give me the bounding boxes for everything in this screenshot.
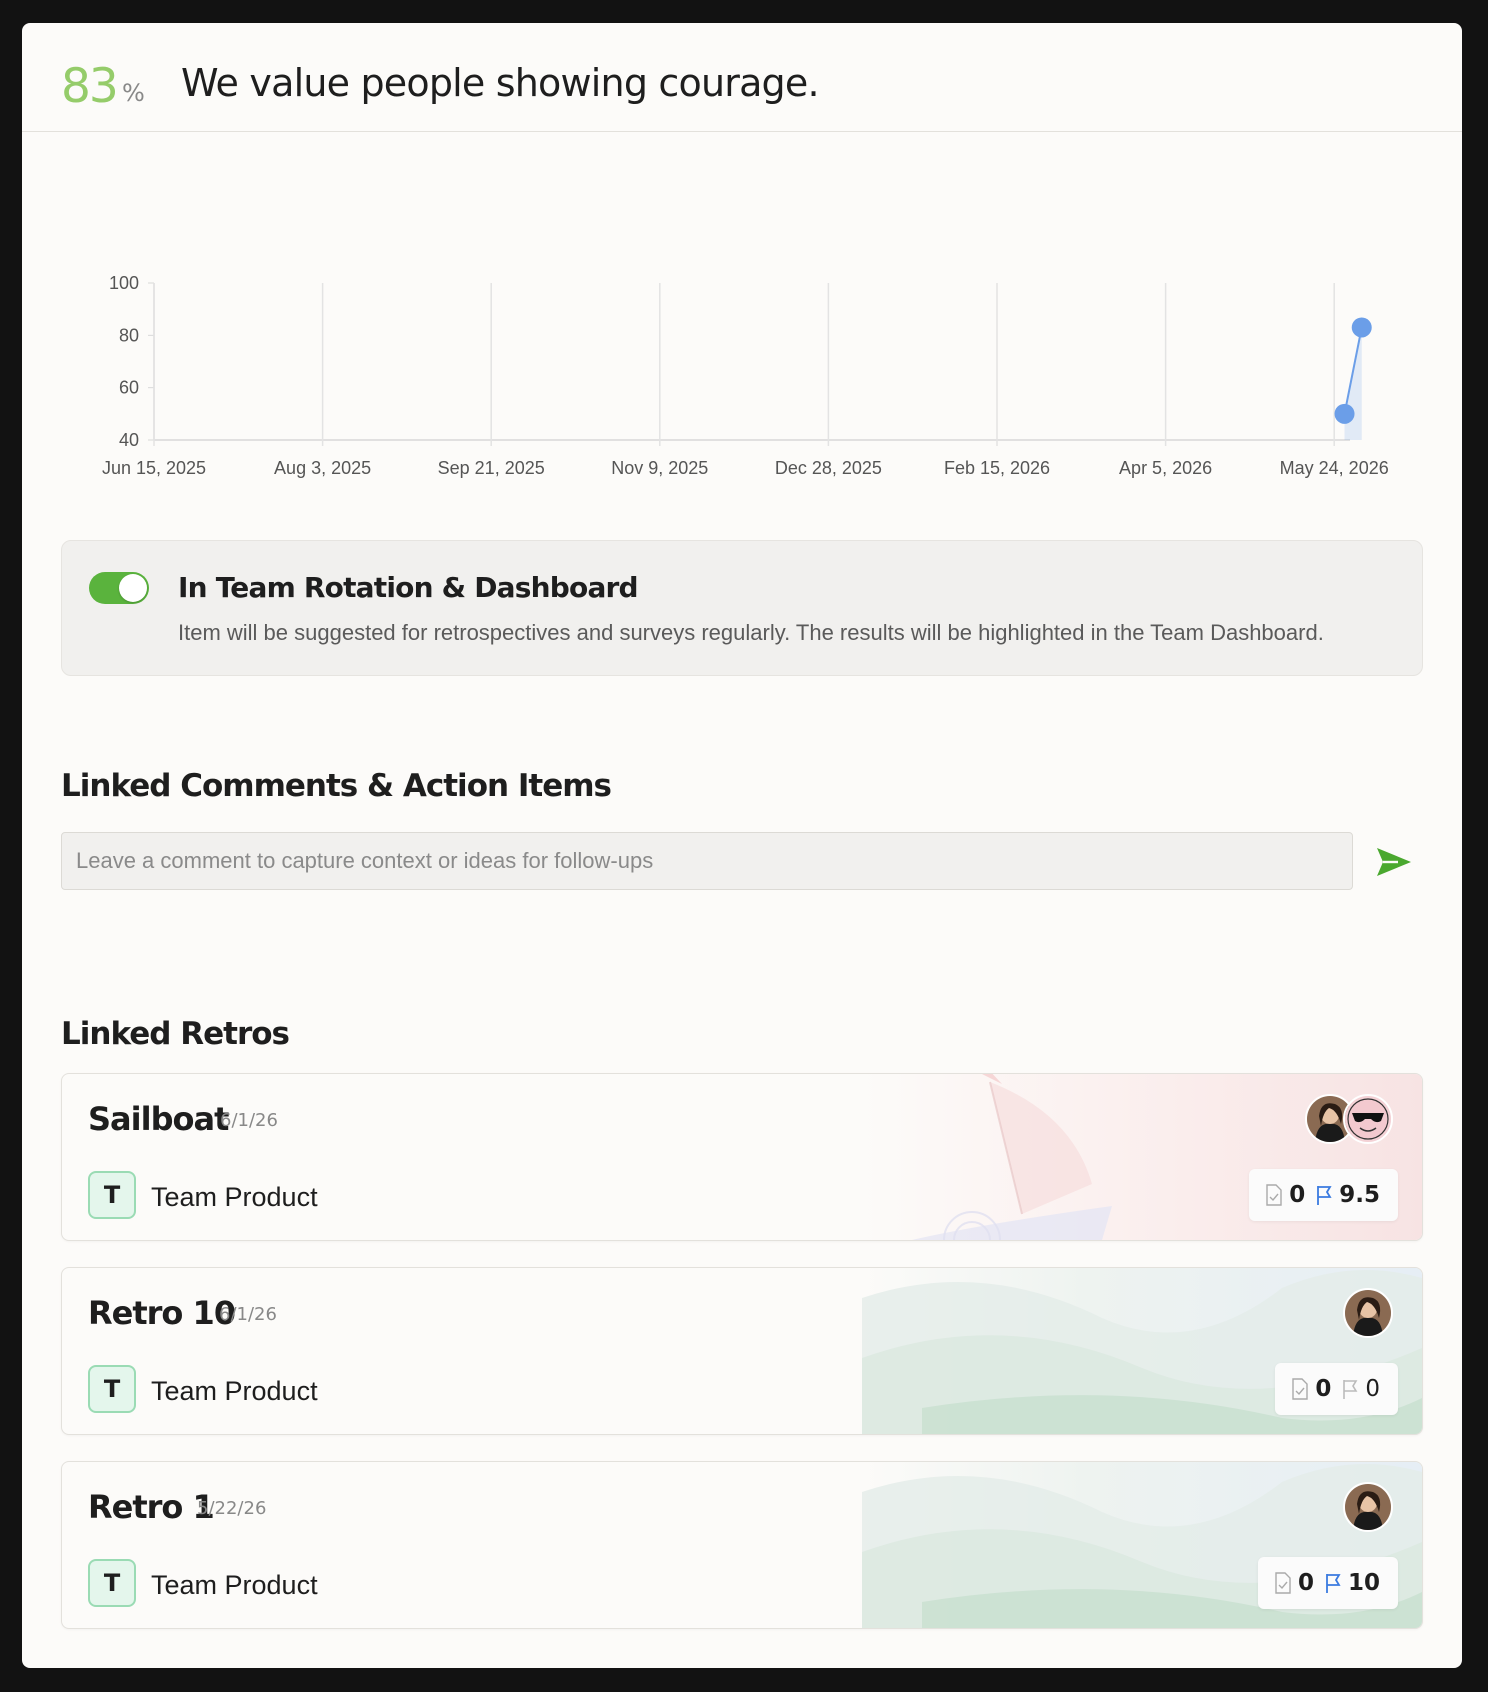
rotation-title: In Team Rotation & Dashboard xyxy=(178,571,639,604)
notes-count: 0 xyxy=(1289,1182,1306,1208)
retro-date: 6/1/26 xyxy=(219,1304,277,1325)
actions-count: 10 xyxy=(1347,1570,1380,1596)
retro-date: 6/1/26 xyxy=(220,1110,278,1131)
retro-name: Sailboat xyxy=(88,1100,229,1138)
score-history-chart: 100 80 60 40 Jun 15, 2025 Aug 3, 2025 Sep 21, … xyxy=(102,273,1389,478)
x-tick-label: Jun 15, 2025 xyxy=(102,458,206,478)
score-value: 83 xyxy=(61,59,119,114)
flag-icon xyxy=(1317,1186,1332,1205)
x-tick-label: Sep 21, 2025 xyxy=(438,458,545,478)
team-name: Team Product xyxy=(151,1570,318,1600)
team-badge: T xyxy=(88,1365,136,1413)
retro-card[interactable]: Retro 1 5/22/26 T Team Product 0 10 xyxy=(61,1461,1423,1629)
x-tick-label: Nov 9, 2025 xyxy=(611,458,708,478)
item-header: 83 % We value people showing courage. xyxy=(22,23,1462,132)
rotation-card: In Team Rotation & Dashboard Item will b… xyxy=(61,540,1423,676)
send-icon[interactable] xyxy=(1374,845,1414,879)
flag-icon xyxy=(1343,1380,1358,1399)
y-tick-label: 60 xyxy=(119,378,139,398)
avatar xyxy=(1343,1288,1393,1338)
flag-icon xyxy=(1326,1574,1341,1593)
x-tick-label: May 24, 2026 xyxy=(1280,458,1389,478)
score-unit: % xyxy=(122,79,145,107)
document-check-icon xyxy=(1275,1572,1291,1594)
team-name: Team Product xyxy=(151,1182,318,1212)
rotation-toggle[interactable] xyxy=(89,572,149,604)
retro-date: 5/22/26 xyxy=(197,1498,267,1519)
retro-stats: 0 0 xyxy=(1275,1363,1398,1415)
notes-count: 0 xyxy=(1315,1376,1332,1402)
comments-heading: Linked Comments & Action Items xyxy=(61,768,612,804)
notes-count: 0 xyxy=(1297,1570,1314,1596)
team-badge: T xyxy=(88,1559,136,1607)
x-tick-label: Feb 15, 2026 xyxy=(944,458,1050,478)
x-tick-label: Apr 5, 2026 xyxy=(1119,458,1212,478)
item-title: We value people showing courage. xyxy=(181,61,820,105)
team-name: Team Product xyxy=(151,1376,318,1406)
retro-name: Retro 10 xyxy=(88,1294,236,1332)
document-check-icon xyxy=(1266,1184,1282,1206)
rotation-description: Item will be suggested for retrospective… xyxy=(178,620,1324,645)
retros-heading: Linked Retros xyxy=(61,1016,290,1052)
x-tick-label: Dec 28, 2025 xyxy=(775,458,882,478)
y-tick-label: 80 xyxy=(119,325,139,345)
retro-stats: 0 10 xyxy=(1257,1557,1398,1609)
item-detail-panel: 83 % We value people showing courage. 10… xyxy=(22,23,1462,1668)
toggle-knob xyxy=(119,574,147,602)
comment-input[interactable] xyxy=(61,832,1353,890)
document-check-icon xyxy=(1292,1378,1309,1400)
avatar xyxy=(1343,1482,1393,1532)
retro-stats: 0 9.5 xyxy=(1249,1169,1398,1221)
team-badge: T xyxy=(88,1171,136,1219)
data-point xyxy=(1351,317,1372,338)
actions-count: 0 xyxy=(1365,1376,1380,1402)
data-point xyxy=(1334,403,1355,424)
retro-name: Retro 1 xyxy=(88,1488,215,1526)
retro-card[interactable]: Retro 10 6/1/26 T Team Product 0 0 xyxy=(61,1267,1423,1435)
y-tick-label: 100 xyxy=(109,273,139,293)
x-tick-label: Aug 3, 2025 xyxy=(274,458,371,478)
retro-card[interactable]: Sailboat 6/1/26 T Team Product 0 9.5 xyxy=(61,1073,1423,1241)
y-tick-label: 40 xyxy=(119,430,139,450)
avatar xyxy=(1343,1094,1393,1144)
actions-count: 9.5 xyxy=(1339,1182,1380,1208)
